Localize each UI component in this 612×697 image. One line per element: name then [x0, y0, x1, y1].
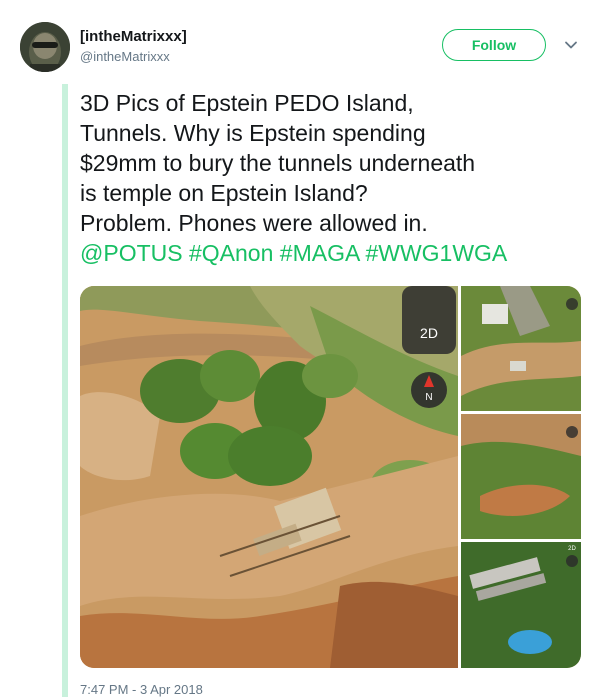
tweet-line: $29mm to bury the tunnels underneath: [80, 150, 476, 176]
thumbnail-image[interactable]: [461, 286, 581, 411]
tweet-line: Tunnels. Why is Epstein spending: [80, 120, 426, 146]
display-name[interactable]: [intheMatrixxx]: [80, 28, 187, 45]
map-2d-label: 2D: [420, 325, 438, 341]
chevron-down-icon[interactable]: [564, 38, 578, 52]
media-images: 2D N 2D: [80, 286, 581, 668]
avatar-image: [20, 22, 70, 72]
tweet-text: 3D Pics of Epstein PEDO Island, Tunnels.…: [80, 88, 595, 268]
tweet-line: Problem. Phones were allowed in.: [80, 210, 428, 236]
compass-n-label: N: [425, 392, 432, 403]
thread-line: [62, 84, 68, 697]
tweet-timestamp[interactable]: 7:47 PM - 3 Apr 2018: [80, 682, 203, 697]
tweet-line: 3D Pics of Epstein PEDO Island,: [80, 90, 414, 116]
media-gallery[interactable]: 2D N 2D: [80, 286, 581, 668]
main-aerial-image[interactable]: 2D N: [80, 286, 458, 668]
thumbnail-image[interactable]: 2D: [461, 542, 581, 668]
hashtag-line: @POTUS #QAnon #MAGA #WWG1WGA: [80, 238, 595, 268]
thumbnail-2d-label: 2D: [568, 546, 576, 552]
hashtag-wwg1wga-link[interactable]: #WWG1WGA: [365, 240, 507, 266]
tweet-line: is temple on Epstein Island?: [80, 180, 368, 206]
hashtag-qanon-link[interactable]: #QAnon: [189, 240, 273, 266]
hashtag-maga-link[interactable]: #MAGA: [280, 240, 359, 266]
mention-potus-link[interactable]: @POTUS: [80, 240, 183, 266]
avatar[interactable]: [20, 22, 70, 72]
user-handle[interactable]: @intheMatrixxx: [80, 49, 170, 64]
thumbnail-image[interactable]: [461, 414, 581, 539]
follow-button[interactable]: Follow: [442, 29, 546, 61]
